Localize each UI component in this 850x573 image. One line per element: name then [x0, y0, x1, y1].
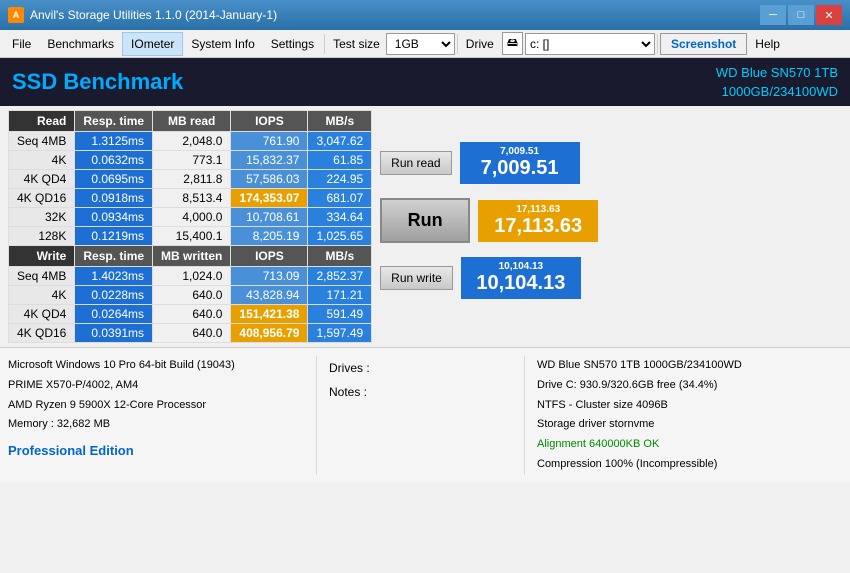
menu-help[interactable]: Help: [747, 33, 788, 55]
write-header-mbs: MB/s: [308, 246, 372, 267]
drive-icon: 🖴: [507, 34, 518, 53]
table-row: 4K QD4 0.0695ms 2,811.8 57,586.03 224.95: [9, 170, 372, 189]
menu-file[interactable]: File: [4, 33, 39, 55]
write-header-label: Write: [9, 246, 75, 267]
memory-info: Memory : 32,682 MB: [8, 415, 308, 435]
table-row: 128K 0.1219ms 15,400.1 8,205.19 1,025.65: [9, 227, 372, 246]
benchmark-table: Read Resp. time MB read IOPS MB/s Seq 4M…: [8, 110, 372, 343]
close-button[interactable]: ✕: [816, 5, 842, 25]
write-score-box: 10,104.13 10,104.13: [461, 257, 581, 299]
drive-detail-storage: Storage driver stornvme: [537, 415, 842, 435]
drive-detail-panel: WD Blue SN570 1TB 1000GB/234100WD Drive …: [524, 356, 842, 475]
table-row: Seq 4MB 1.4023ms 1,024.0 713.09 2,852.37: [9, 267, 372, 286]
separator-1: [324, 34, 325, 54]
total-score-small: 17,113.63: [490, 204, 586, 215]
drives-label: Drives :: [329, 356, 516, 380]
read-header-mb: MB read: [153, 111, 231, 132]
read-score-large: 7,009.51: [472, 157, 568, 180]
ssd-benchmark-title: SSD Benchmark: [12, 69, 183, 95]
ssd-header: SSD Benchmark WD Blue SN570 1TB 1000GB/2…: [0, 58, 850, 106]
write-score-small: 10,104.13: [473, 261, 569, 272]
testsize-select[interactable]: 1GB 512MB 256MB: [386, 33, 455, 55]
notes-label: Notes :: [329, 380, 516, 404]
right-panel: Run read 7,009.51 7,009.51 Run 17,113.63…: [380, 110, 842, 343]
total-score-large: 17,113.63: [490, 215, 586, 238]
table-row: 4K QD16 0.0918ms 8,513.4 174,353.07 681.…: [9, 189, 372, 208]
os-info: Microsoft Windows 10 Pro 64-bit Build (1…: [8, 356, 308, 376]
title-bar-icon: A: [8, 7, 24, 23]
table-row: 4K 0.0228ms 640.0 43,828.94 171.21: [9, 286, 372, 305]
table-row: 4K QD4 0.0264ms 640.0 151,421.38 591.49: [9, 305, 372, 324]
drive-select[interactable]: c: []: [525, 33, 655, 55]
write-header-mb: MB written: [153, 246, 231, 267]
title-bar-controls: ─ □ ✕: [760, 5, 842, 25]
table-row: 4K QD16 0.0391ms 640.0 408,956.79 1,597.…: [9, 324, 372, 343]
write-header-iops: IOPS: [231, 246, 308, 267]
read-header-resp: Resp. time: [75, 111, 153, 132]
read-score-row: Run read 7,009.51 7,009.51: [380, 142, 842, 184]
read-header-mbs: MB/s: [308, 111, 372, 132]
board-info: PRIME X570-P/4002, AM4: [8, 376, 308, 396]
menu-benchmarks[interactable]: Benchmarks: [39, 33, 122, 55]
run-read-button[interactable]: Run read: [380, 151, 451, 175]
read-table: Read Resp. time MB read IOPS MB/s Seq 4M…: [8, 110, 372, 343]
read-header-label: Read: [9, 111, 75, 132]
total-score-box: 17,113.63 17,113.63: [478, 200, 598, 242]
write-score-row: Run write 10,104.13 10,104.13: [380, 257, 842, 299]
table-row: Seq 4MB 1.3125ms 2,048.0 761.90 3,047.62: [9, 132, 372, 151]
drive-info: WD Blue SN570 1TB 1000GB/234100WD: [716, 63, 838, 102]
drive-label: Drive: [460, 35, 500, 53]
drive-detail: 1000GB/234100WD: [716, 82, 838, 102]
cpu-info: AMD Ryzen 9 5900X 12-Core Processor: [8, 396, 308, 416]
read-score-box: 7,009.51 7,009.51: [460, 142, 580, 184]
drives-notes-panel: Drives : Notes :: [316, 356, 516, 475]
menu-iometer[interactable]: IOmeter: [122, 32, 183, 56]
main-content: Read Resp. time MB read IOPS MB/s Seq 4M…: [0, 106, 850, 347]
screenshot-button[interactable]: Screenshot: [660, 33, 747, 55]
drive-name: WD Blue SN570 1TB: [716, 63, 838, 83]
testsize-label: Test size: [327, 35, 386, 53]
drive-detail-name: WD Blue SN570 1TB 1000GB/234100WD: [537, 356, 842, 376]
title-bar-title: Anvil's Storage Utilities 1.1.0 (2014-Ja…: [30, 8, 760, 22]
drive-detail-alignment: Alignment 640000KB OK: [537, 435, 842, 455]
menu-bar: File Benchmarks IOmeter System Info Sett…: [0, 30, 850, 58]
run-write-button[interactable]: Run write: [380, 266, 453, 290]
table-row: 4K 0.0632ms 773.1 15,832.37 61.85: [9, 151, 372, 170]
bottom-panel: Microsoft Windows 10 Pro 64-bit Build (1…: [0, 347, 850, 483]
write-score-large: 10,104.13: [473, 272, 569, 295]
maximize-button[interactable]: □: [788, 5, 814, 25]
drive-detail-c: Drive C: 930.9/320.6GB free (34.4%): [537, 376, 842, 396]
menu-settings[interactable]: Settings: [263, 33, 322, 55]
total-score-row: Run 17,113.63 17,113.63: [380, 198, 842, 243]
read-score-small: 7,009.51: [472, 146, 568, 157]
separator-2: [457, 34, 458, 54]
read-header-iops: IOPS: [231, 111, 308, 132]
write-header-resp: Resp. time: [75, 246, 153, 267]
drive-detail-fs: NTFS - Cluster size 4096B: [537, 396, 842, 416]
table-row: 32K 0.0934ms 4,000.0 10,708.61 334.64: [9, 208, 372, 227]
title-bar: A Anvil's Storage Utilities 1.1.0 (2014-…: [0, 0, 850, 30]
edition-label: Professional Edition: [8, 439, 308, 462]
read-header-row: Read Resp. time MB read IOPS MB/s: [9, 111, 372, 132]
write-header-row: Write Resp. time MB written IOPS MB/s: [9, 246, 372, 267]
run-main-button[interactable]: Run: [380, 198, 470, 243]
system-info: Microsoft Windows 10 Pro 64-bit Build (1…: [8, 356, 308, 475]
minimize-button[interactable]: ─: [760, 5, 786, 25]
drive-detail-compression: Compression 100% (Incompressible): [537, 455, 842, 475]
separator-3: [657, 34, 658, 54]
menu-systeminfo[interactable]: System Info: [183, 33, 262, 55]
